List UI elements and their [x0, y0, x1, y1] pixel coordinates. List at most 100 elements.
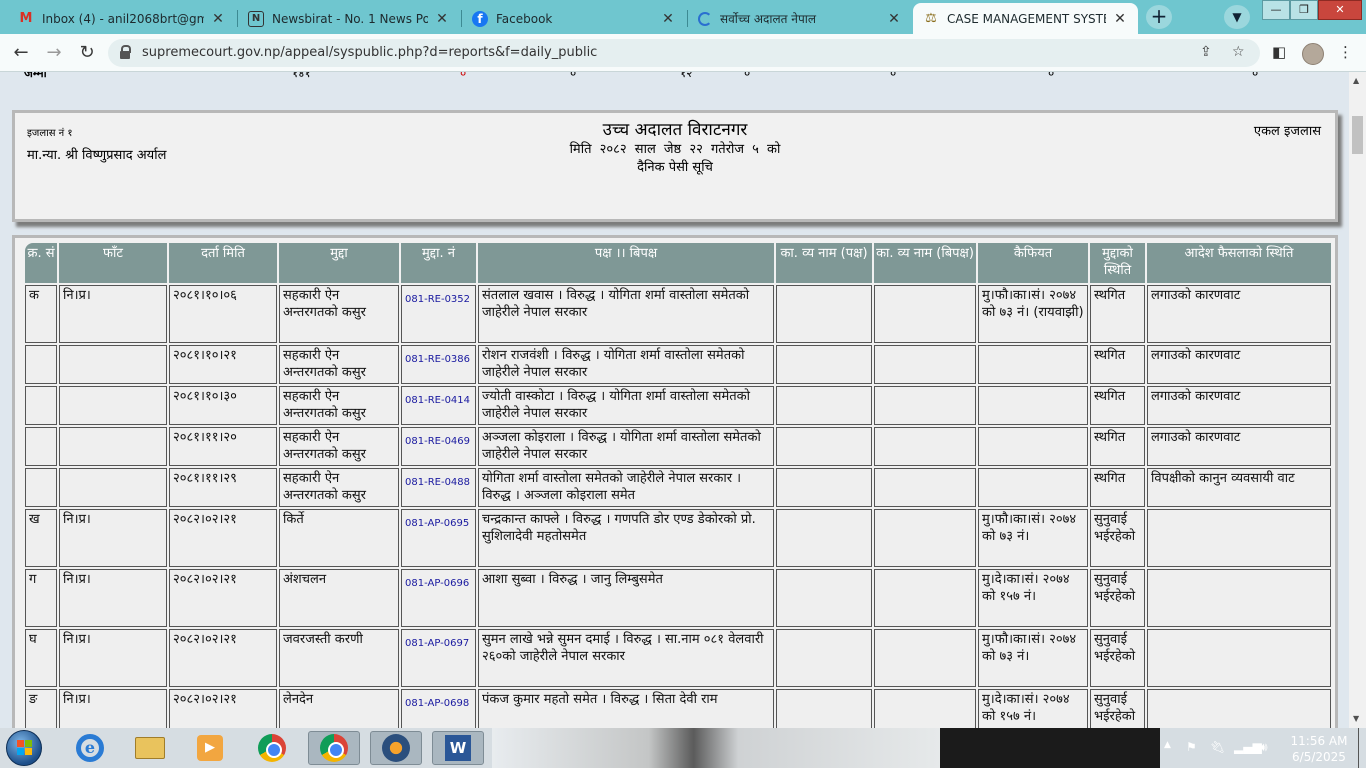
close-icon[interactable]: ✕	[660, 11, 676, 27]
cell-case: किर्ते	[279, 509, 399, 567]
windows-taskbar: e ▶ W ▲ ⚑ 🔌︎ ▂▄▆ 🔊︎ 11:56 AM 6/5/2025	[0, 728, 1366, 768]
internet-explorer-taskbar-button[interactable]: e	[64, 731, 116, 765]
summary-value: ०	[1048, 72, 1055, 80]
show-desktop-button[interactable]	[1358, 728, 1366, 768]
cell-order: लगाउको कारणवाट	[1147, 386, 1331, 425]
windows-start-button[interactable]	[6, 730, 42, 766]
cell-case: सहकारी ऐन अन्तरगतको कसुर	[279, 345, 399, 384]
cell-remarks: मु।फौ।का।सं। २०७४ को ७३ नं। (रायवाझी)	[978, 285, 1088, 343]
taskbar-background	[492, 728, 940, 768]
chrome-taskbar-button[interactable]	[246, 731, 298, 765]
url-text[interactable]: supremecourt.gov.np/appeal/syspublic.php…	[142, 45, 597, 60]
network-signal-icon[interactable]: ▂▄▆	[1234, 740, 1262, 754]
scroll-up-arrow-icon[interactable]: ▲	[1353, 76, 1359, 85]
column-header: क्र. सं	[25, 243, 57, 283]
tab-newsbirat[interactable]: N Newsbirat - No. 1 News Portal ✕	[238, 3, 460, 34]
tab-search-chevron-icon[interactable]: ▼	[1224, 5, 1250, 29]
cell-reg-date: २०८२।०२।२१	[169, 569, 277, 627]
table-header-row: क्र. सं फाँट दर्ता मिति मुद्दा मुद्दा. न…	[25, 243, 1331, 283]
close-window-button[interactable]: ✕	[1318, 0, 1362, 20]
cell-parties: ज्योती वास्कोटा । विरुद्ध । योगिता शर्मा…	[478, 386, 774, 425]
power-plug-icon[interactable]: 🔌︎	[1210, 740, 1225, 754]
word-taskbar-button[interactable]: W	[432, 731, 484, 765]
minimize-button[interactable]: —	[1262, 0, 1290, 20]
cell-section	[59, 468, 167, 507]
show-hidden-icons-arrow-icon[interactable]: ▲	[1164, 740, 1171, 750]
cell-case: लेनदेन	[279, 689, 399, 728]
tab-case-management[interactable]: ⚖ CASE MANAGEMENT SYSTEM ✕	[913, 3, 1138, 34]
tab-title: Inbox (4) - anil2068brt@gmail.com	[42, 11, 204, 26]
side-panel-icon[interactable]: ◧	[1272, 43, 1286, 61]
scrollbar-thumb[interactable]	[1352, 116, 1363, 154]
file-explorer-taskbar-button[interactable]	[124, 731, 176, 765]
windows-media-player-taskbar-button[interactable]	[370, 731, 422, 765]
cell-status: सुनुवाई भईरहेको	[1090, 569, 1145, 627]
volume-speaker-icon[interactable]: 🔊︎	[1260, 740, 1268, 755]
menu-kebab-icon[interactable]: ⋮	[1338, 43, 1353, 61]
media-player-icon: ▶	[197, 735, 223, 761]
cell-serial	[25, 345, 57, 384]
tab-supreme-court[interactable]: सर्वोच्च अदालत नेपाल ✕	[688, 3, 912, 34]
close-icon[interactable]: ✕	[210, 11, 226, 27]
internet-explorer-icon: e	[76, 734, 104, 762]
tab-facebook[interactable]: f Facebook ✕	[462, 3, 686, 34]
cell-case-no: 081-RE-0414	[401, 386, 476, 425]
cell-serial	[25, 468, 57, 507]
tab-gmail[interactable]: M Inbox (4) - anil2068brt@gmail.com ✕	[8, 3, 236, 34]
cell-case-no: 081-AP-0696	[401, 569, 476, 627]
forward-arrow-icon[interactable]: →	[42, 41, 66, 65]
address-bar[interactable]: supremecourt.gov.np/appeal/syspublic.php…	[108, 39, 1260, 67]
column-header: का. व्य नाम (बिपक्ष)	[874, 243, 976, 283]
cell-parties: पंकज कुमार महतो समेत । विरुद्ध । सिता दे…	[478, 689, 774, 728]
cell-serial: घ	[25, 629, 57, 687]
cell-case: सहकारी ऐन अन्तरगतको कसुर	[279, 386, 399, 425]
cell-lawyer-defendant	[874, 427, 976, 466]
cell-section	[59, 427, 167, 466]
cell-case-no: 081-AP-0698	[401, 689, 476, 728]
cell-status: सुनुवाई भईरहेको	[1090, 629, 1145, 687]
cell-parties: चन्द्रकान्त काफ्ले । विरुद्ध । गणपति डोर…	[478, 509, 774, 567]
bench-type: एकल इजलास	[1253, 124, 1321, 139]
system-clock[interactable]: 11:56 AM 6/5/2025	[1284, 733, 1354, 765]
bookmark-star-icon[interactable]: ☆	[1232, 44, 1245, 60]
cell-serial: ङ	[25, 689, 57, 728]
cell-lawyer-plaintiff	[776, 345, 872, 384]
cell-reg-date: २०८२।०२।२१	[169, 689, 277, 728]
share-icon[interactable]: ⇪	[1200, 44, 1212, 60]
cell-serial: ग	[25, 569, 57, 627]
cell-serial	[25, 427, 57, 466]
cell-remarks: मु।फौ।का।सं। २०७४ को ७३ नं।	[978, 629, 1088, 687]
cell-section: नि।प्र।	[59, 569, 167, 627]
table-row: ङ नि।प्र। २०८२।०२।२१ लेनदेन 081-AP-0698 …	[25, 689, 1331, 728]
profile-avatar[interactable]	[1302, 43, 1324, 65]
cell-order	[1147, 509, 1331, 567]
summary-total-row: जम्मा १४१ ० ० १२ ० ० ० ०	[24, 72, 1332, 84]
column-header: मुद्दा	[279, 243, 399, 283]
gmail-icon: M	[19, 11, 33, 26]
back-arrow-icon[interactable]: ←	[9, 41, 33, 65]
new-tab-button[interactable]: +	[1146, 5, 1172, 29]
cell-parties: आशा सुब्वा । विरुद्ध । जानु लिम्बुसमेत	[478, 569, 774, 627]
cell-remarks: मु।फौ।का।सं। २०७४ को ७३ नं।	[978, 509, 1088, 567]
cell-case-no: 081-RE-0386	[401, 345, 476, 384]
close-icon[interactable]: ✕	[434, 11, 450, 27]
table-row: २०८१।११।२० सहकारी ऐन अन्तरगतको कसुर 081-…	[25, 427, 1331, 466]
chrome-active-taskbar-button[interactable]	[308, 731, 360, 765]
table-row: ख नि।प्र। २०८२।०२।२१ किर्ते 081-AP-0695 …	[25, 509, 1331, 567]
action-center-flag-icon[interactable]: ⚑	[1186, 740, 1197, 754]
media-center-taskbar-button[interactable]: ▶	[184, 731, 236, 765]
maximize-button[interactable]: ❐	[1290, 0, 1318, 20]
cell-order: लगाउको कारणवाट	[1147, 427, 1331, 466]
summary-value: १४१	[292, 72, 311, 80]
scroll-down-arrow-icon[interactable]: ▼	[1353, 714, 1359, 723]
newsbirat-icon: N	[248, 10, 264, 27]
taskbar-background	[940, 728, 1160, 768]
close-icon[interactable]: ✕	[1112, 11, 1128, 27]
column-header: मुद्दा. नं	[401, 243, 476, 283]
cell-section: नि।प्र।	[59, 509, 167, 567]
cell-serial: क	[25, 285, 57, 343]
vertical-scrollbar[interactable]: ▲ ▼	[1349, 72, 1366, 728]
windows-media-player-icon	[382, 734, 410, 762]
close-icon[interactable]: ✕	[886, 11, 902, 27]
reload-icon[interactable]: ↻	[75, 41, 99, 65]
